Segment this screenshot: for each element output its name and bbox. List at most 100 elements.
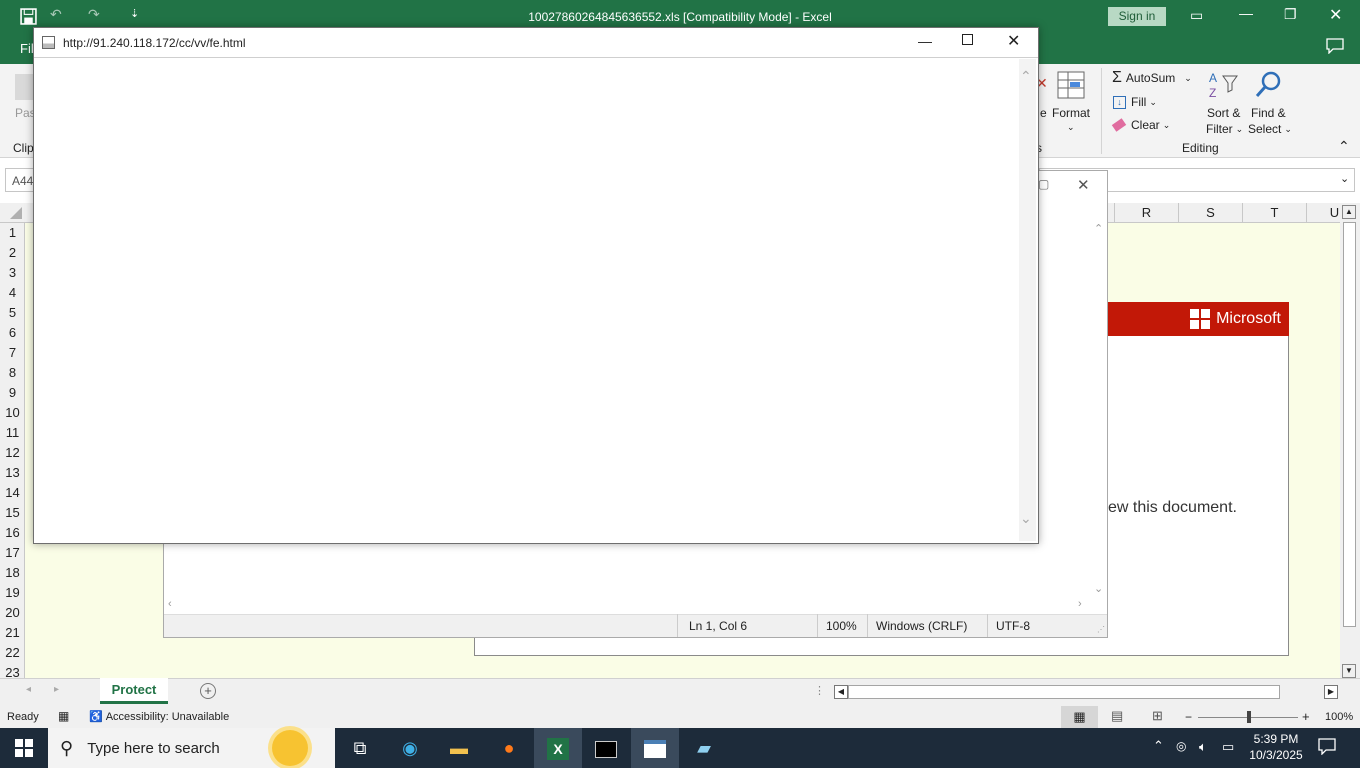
row-header[interactable]: 8	[0, 363, 25, 383]
row-header[interactable]: 9	[0, 383, 25, 403]
h-scroll-left-icon[interactable]: ◀	[834, 685, 848, 699]
close-excel-icon[interactable]: ✕	[1329, 5, 1342, 25]
page-break-view-icon[interactable]: ⊞	[1152, 708, 1163, 724]
row-header[interactable]: 18	[0, 563, 25, 583]
popup-close-icon[interactable]: ✕	[1007, 31, 1020, 51]
file-tab[interactable]: Fil	[20, 41, 34, 56]
scroll-down-icon[interactable]: ▼	[1342, 664, 1356, 678]
row-header[interactable]: 15	[0, 503, 25, 523]
edge-icon[interactable]: ◉	[386, 728, 434, 768]
notepad-taskbar-icon[interactable]: ▰	[680, 728, 728, 768]
expand-formula-bar-icon[interactable]: ⌄	[1340, 172, 1349, 185]
popup-content[interactable]	[36, 59, 1036, 541]
format-button[interactable]: Format	[1052, 106, 1090, 120]
row-header[interactable]: 5	[0, 303, 25, 323]
zoom-out-icon[interactable]: −	[1185, 710, 1192, 724]
row-header[interactable]: 16	[0, 523, 25, 543]
row-header[interactable]: 17	[0, 543, 25, 563]
column-header-t[interactable]: T	[1242, 203, 1306, 223]
next-sheet-icon[interactable]: ▸	[54, 684, 59, 695]
comments-icon[interactable]	[1326, 38, 1344, 57]
firefox-icon[interactable]: ●	[485, 728, 533, 768]
row-header[interactable]: 19	[0, 583, 25, 603]
redo-icon[interactable]: ↷	[88, 6, 100, 23]
row-header[interactable]: 11	[0, 423, 25, 443]
row-header[interactable]: 10	[0, 403, 25, 423]
accessibility-status[interactable]: ♿ Accessibility: Unavailable	[89, 710, 229, 724]
undo-icon[interactable]: ↶	[50, 6, 62, 23]
row-header[interactable]: 7	[0, 343, 25, 363]
sort-filter-button[interactable]: Filter ⌄	[1206, 122, 1243, 136]
tab-split-handle-icon[interactable]: ⋮	[814, 684, 825, 697]
popup-vertical-scrollbar[interactable]	[1019, 59, 1036, 541]
column-header-r[interactable]: R	[1114, 203, 1178, 223]
new-sheet-icon[interactable]: +	[200, 683, 216, 699]
meet-now-icon[interactable]: ◎	[1176, 739, 1186, 753]
command-prompt-icon[interactable]	[582, 728, 630, 768]
horizontal-scroll-thumb[interactable]	[848, 685, 1280, 699]
excel-taskbar-icon[interactable]: X	[534, 728, 582, 768]
notepad-close-icon[interactable]: ✕	[1077, 176, 1090, 194]
row-header[interactable]: 20	[0, 603, 25, 623]
save-icon[interactable]	[20, 8, 37, 28]
row-header[interactable]: 13	[0, 463, 25, 483]
clear-button[interactable]: Clear ⌄	[1111, 117, 1170, 133]
sort-filter-icon[interactable]: AZ	[1208, 70, 1240, 103]
zoom-level[interactable]: 100%	[1325, 711, 1353, 723]
network-icon[interactable]: ▭	[1222, 739, 1234, 755]
sheet-tab-protect[interactable]: Protect	[100, 678, 168, 704]
customize-qat-icon[interactable]: ⇣	[130, 7, 139, 20]
page-layout-view-icon[interactable]: ▤	[1111, 708, 1123, 724]
notepad-horizontal-scrollbar[interactable]	[164, 598, 1092, 614]
popup-scroll-up-icon[interactable]: ⌃	[1020, 68, 1032, 85]
notepad-scroll-up-icon[interactable]: ⌃	[1094, 222, 1103, 235]
popup-maximize-icon[interactable]	[962, 34, 973, 45]
select-all-icon[interactable]	[10, 207, 22, 219]
popup-minimize-icon[interactable]: —	[918, 33, 932, 49]
find-select-button[interactable]: Select ⌄	[1248, 122, 1292, 136]
notepad-scroll-left-icon[interactable]: ‹	[168, 598, 172, 610]
macro-record-icon[interactable]: ▦	[58, 709, 69, 723]
format-icon[interactable]	[1056, 70, 1086, 103]
notifications-icon[interactable]	[1318, 738, 1336, 758]
popup-scroll-down-icon[interactable]: ⌄	[1020, 510, 1032, 527]
row-header[interactable]: 2	[0, 243, 25, 263]
vertical-scroll-thumb[interactable]	[1343, 222, 1356, 627]
resize-grip-icon[interactable]: ⋰	[1097, 625, 1105, 634]
notepad-scroll-right-icon[interactable]: ›	[1078, 598, 1082, 610]
scroll-up-icon[interactable]: ▲	[1342, 205, 1356, 219]
find-select-label-1[interactable]: Find &	[1251, 106, 1286, 120]
browser-window-icon[interactable]	[631, 728, 679, 768]
collapse-ribbon-icon[interactable]: ⌃	[1338, 138, 1350, 155]
volume-icon[interactable]: 🔈︎	[1199, 739, 1207, 755]
windows-start-icon[interactable]	[15, 739, 33, 760]
prev-sheet-icon[interactable]: ◂	[26, 684, 31, 695]
find-select-icon[interactable]	[1254, 70, 1284, 103]
autosum-button[interactable]: Σ AutoSum ⌄	[1112, 69, 1192, 86]
row-header[interactable]: 1	[0, 223, 25, 243]
ribbon-display-options-icon[interactable]: ▭	[1190, 7, 1203, 24]
row-header[interactable]: 3	[0, 263, 25, 283]
task-view-icon[interactable]: ⧉	[336, 728, 384, 768]
notepad-vertical-scrollbar[interactable]	[1092, 222, 1107, 598]
normal-view-icon[interactable]: ▦	[1061, 706, 1098, 728]
show-hidden-icons-icon[interactable]: ⌃	[1153, 738, 1164, 754]
minimize-excel-icon[interactable]: —	[1239, 5, 1253, 21]
taskbar-search-box[interactable]: ⚲ Type here to search	[48, 728, 335, 768]
row-header[interactable]: 6	[0, 323, 25, 343]
notepad-scroll-down-icon[interactable]: ⌄	[1094, 582, 1103, 595]
zoom-slider-thumb[interactable]	[1247, 711, 1251, 723]
h-scroll-right-icon[interactable]: ▶	[1324, 685, 1338, 699]
sign-in-button[interactable]: Sign in	[1108, 7, 1166, 26]
taskbar-clock[interactable]: 5:39 PM 10/3/2025	[1245, 731, 1307, 763]
file-explorer-icon[interactable]: ▬	[435, 728, 483, 768]
sort-filter-label-1[interactable]: Sort &	[1207, 106, 1240, 120]
notepad-maximize-icon[interactable]: ▢	[1038, 177, 1049, 191]
restore-excel-icon[interactable]: ❐	[1284, 6, 1297, 23]
row-header[interactable]: 21	[0, 623, 25, 643]
column-header-s[interactable]: S	[1178, 203, 1242, 223]
fill-button[interactable]: ↓ Fill ⌄	[1113, 94, 1157, 110]
row-header[interactable]: 4	[0, 283, 25, 303]
column-header-u[interactable]: U	[1306, 203, 1340, 223]
zoom-in-icon[interactable]: +	[1302, 709, 1310, 724]
